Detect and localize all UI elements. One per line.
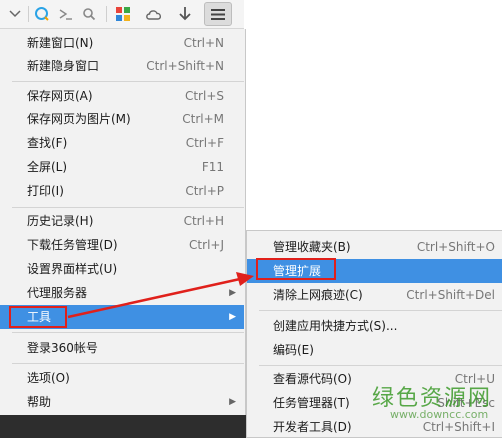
watermark-url: www.downcc.com [390,408,489,421]
watermark: 绿色资源网 www.downcc.com [352,378,502,438]
annotation-arrow [67,272,254,319]
